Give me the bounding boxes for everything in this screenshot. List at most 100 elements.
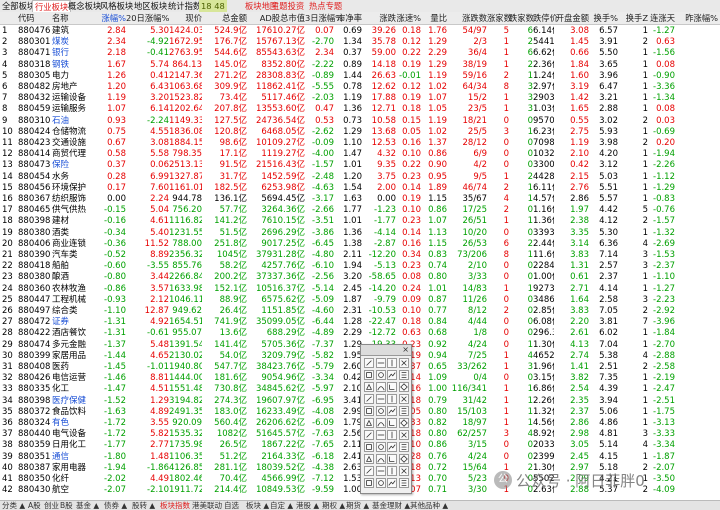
table-row[interactable]: 16 880367 纺织服饰 0.00 2.24 944.78 136.1亿 5694.45亿… [0, 193, 720, 205]
draw-tool-icon[interactable] [398, 454, 409, 464]
draw-tool-icon[interactable] [387, 370, 397, 380]
draw-tool-icon[interactable] [375, 454, 386, 464]
table-row[interactable]: 3 880471 银行 2.18 -0.41 2763.95 544.6亿 85543.63亿… [0, 47, 720, 59]
table-row[interactable]: 28 880422 酒店餐饮 -1.31 -0.61 955.07 13.6亿 688.29亿… [0, 327, 720, 339]
table-row[interactable]: 6 880482 房地产 1.20 6.43 1063.68 309.9亿 11862.41亿… [0, 81, 720, 93]
table-row[interactable]: 18 880398 建材 -0.16 4.61 1116.82 141.2亿 7610.15亿… [0, 215, 720, 227]
drawing-tool-palette[interactable]: × [360, 344, 412, 494]
tab-9[interactable]: 热点专题 [307, 0, 344, 12]
table-row[interactable]: 13 880473 保险 0.37 0.06 2513.13 91.5亿 21516.43亿 -… [0, 159, 720, 171]
draw-tool-icon[interactable] [398, 382, 409, 392]
table-row[interactable]: 5 880305 电力 1.26 0.41 2147.36 271.2亿 28308.83亿 -… [0, 70, 720, 82]
close-icon[interactable]: × [402, 345, 409, 355]
table-row[interactable]: 23 880380 酿酒 -0.80 3.44 2266.84 200.2亿 37337.36… [0, 271, 720, 283]
draw-tool-icon[interactable] [364, 442, 374, 452]
table-row[interactable]: 27 880472 证券 -1.31 4.92 1654.51 741.9亿 35099.05… [0, 316, 720, 328]
draw-tool-icon[interactable] [398, 430, 409, 440]
col-header-7[interactable]: AD股总市值 [247, 12, 305, 24]
draw-tool-icon[interactable] [398, 406, 409, 416]
table-row[interactable]: 8 880459 运输服务 1.07 6.14 1202.64 207.8亿 13553.60… [0, 103, 720, 115]
table-row[interactable]: 25 880447 工程机械 -0.93 2.12 1046.11 88.9亿 6575.62… [0, 294, 720, 306]
tab-8[interactable]: 主题投资 [269, 0, 306, 12]
draw-tool-icon[interactable] [387, 430, 397, 440]
draw-tool-icon[interactable] [387, 466, 397, 476]
col-header-21[interactable]: 昨涨幅% [675, 12, 718, 24]
draw-tool-icon[interactable] [398, 358, 409, 368]
col-header-0[interactable] [2, 12, 16, 24]
draw-tool-icon[interactable] [364, 382, 374, 392]
col-header-1[interactable]: 代码 [18, 12, 50, 24]
draw-tool-icon[interactable] [375, 466, 386, 476]
table-row[interactable]: 21 880390 汽车类 -0.52 8.89 2356.32 1045亿 37931.28… [0, 249, 720, 261]
draw-tool-icon[interactable] [364, 418, 374, 428]
table-row[interactable]: 11 880423 交通设施 0.67 3.08 1884.15 98.6亿 10109.27… [0, 137, 720, 149]
table-row[interactable]: 19 880380 酒类 -0.34 5.40 1231.55 51.5亿 2696.29亿 -… [0, 227, 720, 239]
draw-tool-icon[interactable] [375, 418, 386, 428]
col-header-14[interactable]: 涨家数 [487, 12, 512, 24]
draw-tool-icon[interactable] [364, 406, 374, 416]
draw-tool-icon[interactable] [364, 466, 374, 476]
table-row[interactable]: 4 880318 钢铁 1.67 5.74 864.13 145.0亿 8352.80亿 -2.… [0, 59, 720, 71]
col-header-11[interactable]: 涨速% [396, 12, 421, 24]
draw-tool-icon[interactable] [375, 358, 386, 368]
draw-tool-icon[interactable] [364, 430, 374, 440]
table-row[interactable]: 2 880301 煤炭 2.34 -4.92 1672.95 176.7亿 15767.13亿… [0, 36, 720, 48]
col-header-3[interactable]: 涨幅% [94, 12, 126, 24]
draw-tool-icon[interactable] [375, 394, 386, 404]
table-row[interactable]: 7 880432 运输设备 1.19 3.20 1523.82 73.4亿 5117.46亿 -… [0, 92, 720, 104]
table-row[interactable]: 10 880424 仓储物流 0.75 4.55 1836.08 120.8亿 6468.05… [0, 126, 720, 138]
draw-tool-icon[interactable] [364, 370, 374, 380]
draw-tool-icon[interactable] [387, 358, 397, 368]
col-header-6[interactable]: 总金额 [202, 12, 247, 24]
col-header-4[interactable]: 20日涨幅% [126, 12, 169, 24]
draw-tool-icon[interactable] [398, 478, 409, 488]
table-row[interactable]: 15 880456 环境保护 0.17 7.60 1161.01 182.5亿 6253.98… [0, 182, 720, 194]
table-row[interactable]: 17 880465 供气供热 -0.15 5.04 756.20 57.7亿 3264.36亿… [0, 204, 720, 216]
draw-tool-icon[interactable] [364, 394, 374, 404]
table-row[interactable]: 1 880476 建筑 2.84 5.30 1424.03 524.9亿 17610.27亿 0… [0, 25, 720, 37]
col-header-20[interactable]: 连涨天 [648, 12, 675, 24]
col-header-10[interactable]: 涨跌 [362, 12, 396, 24]
tab-5[interactable]: 统计指数 [166, 0, 203, 12]
col-header-16[interactable]: 跌停价 [533, 12, 558, 24]
col-header-18[interactable]: 换手% [589, 12, 618, 24]
col-header-5[interactable]: 现价 [169, 12, 202, 24]
draw-tool-icon[interactable] [398, 418, 409, 428]
palette-title-bar[interactable]: × [361, 345, 411, 356]
table-row[interactable]: 22 880418 船舶 -0.60 -3.55 855.76 58.2亿 4257.76亿 -… [0, 260, 720, 272]
draw-tool-icon[interactable] [387, 406, 397, 416]
draw-tool-icon[interactable] [398, 370, 409, 380]
col-header-9[interactable]: 市净率 [334, 12, 362, 24]
col-header-15[interactable]: 跌家数 [509, 12, 534, 24]
tab-6[interactable]: 18 48 [199, 0, 227, 12]
col-header-13[interactable]: 涨跌数 [447, 12, 487, 24]
draw-tool-icon[interactable] [387, 394, 397, 404]
table-row[interactable]: 9 880310 石油 0.93 -2.24 1149.33 127.5亿 24736.54亿… [0, 115, 720, 127]
col-header-17[interactable]: 开盘金额 [554, 12, 589, 24]
col-header-2[interactable]: 名称 [52, 12, 94, 24]
draw-tool-icon[interactable] [375, 370, 386, 380]
col-header-19[interactable]: 换手Z [618, 12, 648, 24]
draw-tool-icon[interactable] [387, 454, 397, 464]
table-row[interactable]: 26 880497 综合类 -1.10 12.87 949.62 26.4亿 1151.85亿… [0, 305, 720, 317]
draw-tool-icon[interactable] [364, 478, 374, 488]
draw-tool-icon[interactable] [375, 478, 386, 488]
draw-tool-icon[interactable] [375, 406, 386, 416]
draw-tool-icon[interactable] [375, 430, 386, 440]
table-row[interactable]: 24 880360 农林牧渔 -0.86 3.57 1633.98 152.1亿 10516.… [0, 283, 720, 295]
draw-tool-icon[interactable] [387, 442, 397, 452]
tab-4[interactable]: 地区板块 [132, 0, 169, 12]
draw-tool-icon[interactable] [398, 394, 409, 404]
draw-tool-icon[interactable] [387, 478, 397, 488]
table-row[interactable]: 12 880414 商贸代理 0.58 5.58 798.35 17.1亿 1119.27亿 -… [0, 148, 720, 160]
draw-tool-icon[interactable] [364, 454, 374, 464]
col-header-12[interactable]: 量比 [421, 12, 447, 24]
draw-tool-icon[interactable] [387, 382, 397, 392]
draw-tool-icon[interactable] [387, 418, 397, 428]
draw-tool-icon[interactable] [375, 382, 386, 392]
draw-tool-icon[interactable] [364, 358, 374, 368]
draw-tool-icon[interactable] [398, 442, 409, 452]
table-row[interactable]: 20 880406 商业连锁 -0.36 11.52 788.00 251.8亿 9017.2… [0, 238, 720, 250]
table-row[interactable]: 14 880454 水务 0.28 6.99 1327.87 31.7亿 1452.59亿 -2… [0, 171, 720, 183]
draw-tool-icon[interactable] [398, 466, 409, 476]
